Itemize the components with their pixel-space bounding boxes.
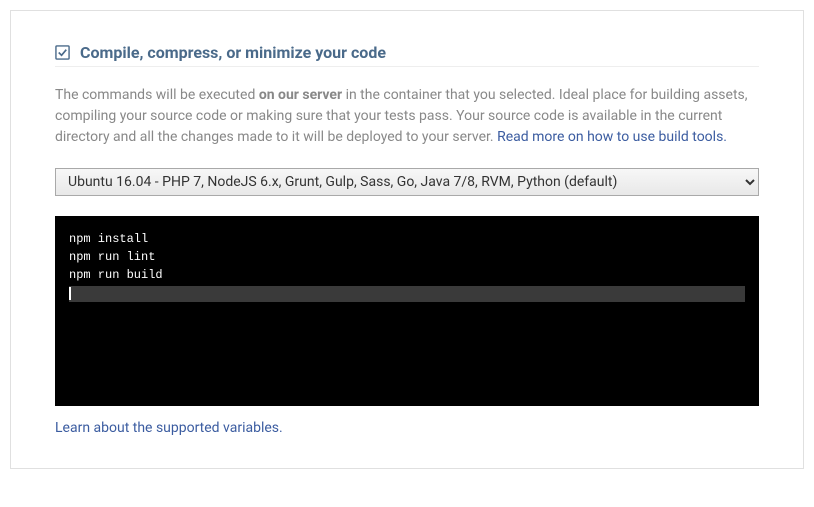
- description-text-1: The commands will be executed: [55, 87, 259, 103]
- container-select[interactable]: Ubuntu 16.04 - PHP 7, NodeJS 6.x, Grunt,…: [55, 168, 759, 196]
- variables-link[interactable]: Learn about the supported variables.: [55, 420, 283, 436]
- section-header: Compile, compress, or minimize your code: [55, 43, 759, 67]
- check-icon: [55, 45, 70, 60]
- code-line: npm run lint: [69, 248, 745, 266]
- description-bold: on our server: [259, 87, 342, 103]
- code-line: npm run build: [69, 266, 745, 284]
- build-commands-editor[interactable]: npm install npm run lint npm run build: [55, 216, 759, 406]
- code-line: npm install: [69, 230, 745, 248]
- editor-cursor-line: [69, 286, 745, 302]
- footer-link-wrapper: Learn about the supported variables.: [55, 420, 759, 436]
- build-settings-panel: Compile, compress, or minimize your code…: [10, 10, 804, 469]
- section-title: Compile, compress, or minimize your code: [80, 43, 386, 62]
- container-select-wrapper: Ubuntu 16.04 - PHP 7, NodeJS 6.x, Grunt,…: [55, 168, 759, 196]
- section-description: The commands will be executed on our ser…: [55, 85, 759, 148]
- read-more-link[interactable]: Read more on how to use build tools.: [497, 129, 727, 145]
